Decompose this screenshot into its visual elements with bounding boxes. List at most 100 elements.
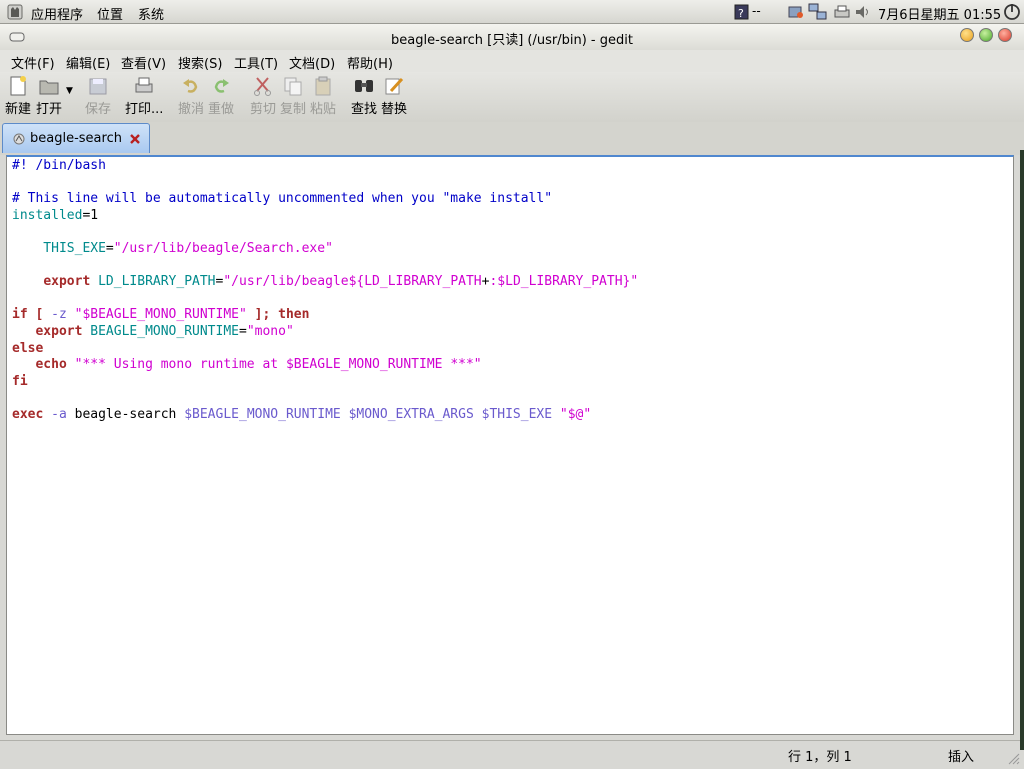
code-token: "mono" (246, 323, 294, 339)
replace-icon (385, 77, 404, 95)
redo-label: 重做 (207, 102, 234, 117)
desktop-background (1020, 150, 1024, 750)
code-line[interactable]: exec -a beagle-search $BEAGLE_MONO_RUNTI… (12, 407, 638, 424)
print-button[interactable]: 打印... (125, 72, 163, 122)
network-icon[interactable] (808, 3, 828, 21)
code-line[interactable]: export LD_LIBRARY_PATH="/usr/lib/beagle$… (12, 274, 638, 291)
redo-button[interactable]: 重做 (207, 72, 235, 122)
code-token: ]; (254, 307, 271, 323)
menu-edit[interactable]: 编辑(E) (66, 53, 110, 72)
print-icon (135, 77, 153, 93)
open-button[interactable]: 打开 (34, 72, 64, 122)
copy-label: 复制 (279, 102, 306, 117)
code-line[interactable]: ​ (12, 224, 638, 241)
code-line[interactable]: else (12, 341, 638, 358)
tab-label: beagle-search (30, 131, 122, 146)
menu-file[interactable]: 文件(F) (11, 53, 55, 72)
menu-tools[interactable]: 工具(T) (234, 53, 278, 72)
save-icon (89, 78, 107, 95)
gedit-window: beagle-search [只读] (/usr/bin) - gedit 文件… (0, 24, 1024, 769)
tab-beagle-search[interactable]: beagle-search (2, 123, 150, 153)
code-line[interactable]: installed=1 (12, 208, 638, 225)
code-line[interactable]: ​ (12, 258, 638, 275)
panel-menu-system[interactable]: 系统 (138, 4, 164, 23)
document-tab-strip: beagle-search (0, 122, 1024, 155)
code-line[interactable]: fi (12, 374, 638, 391)
code-token: else (12, 340, 44, 356)
close-button[interactable] (998, 28, 1012, 42)
update-icon[interactable] (787, 3, 805, 21)
code-line[interactable]: THIS_EXE="/usr/lib/beagle/Search.exe" (12, 241, 638, 258)
code-line[interactable]: ​ (12, 175, 638, 192)
code-token: :$LD_LIBRARY_PATH}" (489, 274, 639, 290)
code-token: -z (43, 307, 75, 323)
script-file-icon (13, 133, 25, 145)
top-panel: 应用程序 位置 系统 ? -- 7月6日星期五 01:55 (0, 0, 1024, 24)
code-line[interactable]: # This line will be automatically uncomm… (12, 191, 638, 208)
code-token: "/usr/lib/beagle (223, 274, 349, 290)
code-line[interactable]: ​ (12, 291, 638, 308)
replace-button[interactable]: 替换 (380, 72, 408, 122)
panel-menu-places[interactable]: 位置 (97, 4, 123, 23)
shutdown-icon[interactable] (1002, 3, 1022, 21)
menu-help[interactable]: 帮助(H) (347, 53, 393, 72)
tab-close-icon[interactable] (129, 133, 141, 145)
text-editor[interactable]: #! /bin/bash​# This line will be automat… (6, 155, 1014, 735)
code-line[interactable]: if [ -z "$BEAGLE_MONO_RUNTIME" ]; then (12, 307, 638, 324)
help-icon[interactable]: ? (734, 3, 749, 21)
cut-button[interactable]: 剪切 (249, 72, 277, 122)
print-label: 打印... (125, 102, 164, 117)
new-label: 新建 (4, 102, 31, 117)
find-button[interactable]: 查找 (350, 72, 378, 122)
code-line[interactable]: export BEAGLE_MONO_RUNTIME="mono" (12, 324, 638, 341)
menu-view[interactable]: 查看(V) (121, 53, 166, 72)
minimize-button[interactable] (960, 28, 974, 42)
new-document-icon (10, 76, 26, 96)
svg-text:?: ? (738, 7, 744, 20)
copy-button[interactable]: 复制 (279, 72, 307, 122)
code-token: export (43, 274, 91, 290)
code-token: $BEAGLE_MONO_RUNTIME $MONO_EXTRA_ARGS $T… (184, 406, 560, 422)
menu-search[interactable]: 搜索(S) (178, 53, 222, 72)
code-token: fi (12, 373, 28, 389)
code-line[interactable]: echo "*** Using mono runtime at $BEAGLE_… (12, 357, 638, 374)
open-recent-dropdown[interactable]: ▼ (66, 86, 73, 96)
printer-icon[interactable] (833, 3, 851, 21)
code-token: "*** Using mono runtime at (66, 357, 286, 373)
cursor-position: 行 1，列 1 (788, 750, 852, 765)
undo-icon (183, 79, 198, 93)
code-token: installed (12, 207, 83, 223)
menu-documents[interactable]: 文档(D) (289, 53, 335, 72)
resize-grip-icon[interactable] (1006, 751, 1020, 765)
paste-button[interactable]: 粘贴 (309, 72, 337, 122)
maximize-button[interactable] (979, 28, 993, 42)
panel-menu-applications[interactable]: 应用程序 (31, 4, 83, 23)
code-token: exec (12, 406, 44, 422)
volume-icon[interactable] (854, 3, 872, 21)
code-content[interactable]: #! /bin/bash​# This line will be automat… (12, 158, 638, 424)
code-token: if (12, 307, 28, 323)
save-label: 保存 (84, 102, 111, 117)
code-token: $BEAGLE_MONO_RUNTIME (285, 357, 443, 373)
cut-icon (254, 77, 271, 96)
window-title: beagle-search [只读] (/usr/bin) - gedit (391, 33, 633, 48)
open-label: 打开 (35, 102, 62, 117)
gnome-foot-icon[interactable] (6, 3, 24, 21)
code-token: BEAGLE_MONO_RUNTIME (82, 323, 239, 339)
title-bar[interactable]: beagle-search [只读] (/usr/bin) - gedit (0, 24, 1024, 51)
status-bar: 行 1，列 1 插入 (0, 740, 1024, 769)
code-line[interactable]: #! /bin/bash (12, 158, 638, 175)
save-button[interactable]: 保存 (84, 72, 112, 122)
code-token: # This line will be automatically uncomm… (12, 191, 553, 207)
replace-label: 替换 (380, 102, 407, 117)
code-token: ${LD_LIBRARY_PATH (348, 274, 482, 290)
code-line[interactable]: ​ (12, 390, 638, 407)
undo-button[interactable]: 撤消 (177, 72, 205, 122)
code-token: "$BEAGLE_MONO_RUNTIME" (74, 307, 247, 323)
panel-clock[interactable]: 7月6日星期五 01:55 (878, 4, 1001, 23)
new-button[interactable]: 新建 (4, 72, 32, 122)
code-token: = (105, 240, 114, 256)
